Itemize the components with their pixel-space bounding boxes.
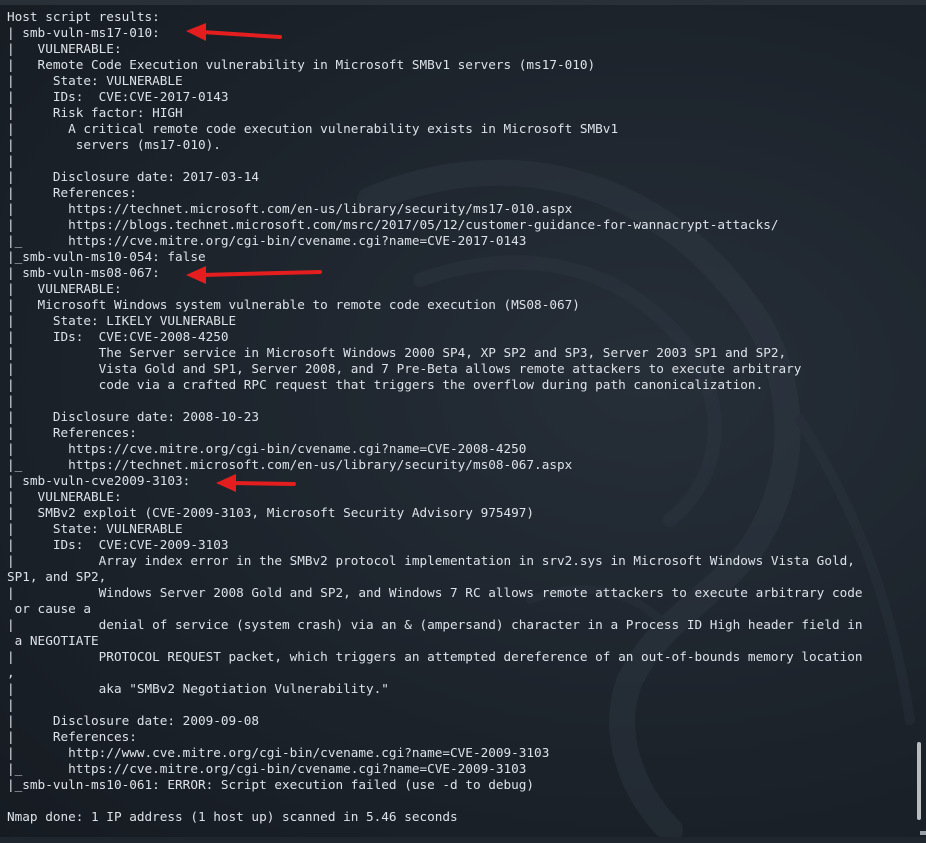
terminal-line: Nmap done: 1 IP address (1 host up) scan…	[7, 809, 458, 824]
terminal-line: | https://blogs.technet.microsoft.com/ms…	[7, 217, 779, 232]
terminal-line: | smb-vuln-ms17-010:	[7, 25, 160, 40]
terminal-line: |_ https://cve.mitre.org/cgi-bin/cvename…	[7, 233, 527, 248]
terminal-line: | servers (ms17-010).	[7, 137, 221, 152]
red-arrow-ms08-067	[186, 266, 322, 284]
terminal-line: |	[7, 393, 15, 408]
scrollbar-thumb[interactable]	[917, 742, 921, 820]
terminal-output: Host script results: | smb-vuln-ms17-010:…	[7, 9, 912, 825]
terminal-line: | smb-vuln-ms08-067:	[7, 265, 160, 280]
terminal-line: | aka "SMBv2 Negotiation Vulnerability."	[7, 681, 389, 696]
terminal-line: |	[7, 153, 15, 168]
terminal-line: | Disclosure date: 2009-09-08	[7, 713, 260, 728]
terminal-line: |_ https://technet.microsoft.com/en-us/l…	[7, 457, 573, 472]
terminal-line: | A critical remote code execution vulne…	[7, 121, 619, 136]
window-top-edge	[0, 0, 926, 5]
terminal-line: | Remote Code Execution vulnerability in…	[7, 57, 596, 72]
terminal-line: | State: VULNERABLE	[7, 521, 183, 536]
terminal-line: | VULNERABLE:	[7, 41, 122, 56]
vertical-scrollbar[interactable]	[916, 6, 922, 832]
terminal-line: |_smb-vuln-ms10-054: false	[7, 249, 206, 264]
red-arrow-cve2009-3103	[216, 474, 296, 492]
terminal-line: | smb-vuln-cve2009-3103:	[7, 473, 191, 488]
terminal-line: | IDs: CVE:CVE-2017-0143	[7, 89, 229, 104]
terminal-line: | References:	[7, 729, 137, 744]
terminal-line: | VULNERABLE:	[7, 281, 122, 296]
terminal-line: | code via a crafted RPC request that tr…	[7, 377, 764, 392]
terminal-window[interactable]: Host script results: | smb-vuln-ms17-010:…	[0, 0, 926, 843]
terminal-line: | denial of service (system crash) via a…	[7, 617, 863, 632]
red-arrow-ms17-010	[186, 23, 282, 41]
terminal-line: | https://technet.microsoft.com/en-us/li…	[7, 201, 573, 216]
terminal-line: | IDs: CVE:CVE-2008-4250	[7, 329, 229, 344]
terminal-line: | Microsoft Windows system vulnerable to…	[7, 297, 580, 312]
terminal-line: | State: VULNERABLE	[7, 73, 183, 88]
terminal-line: |_smb-vuln-ms10-061: ERROR: Script execu…	[7, 777, 535, 792]
terminal-line: | State: LIKELY VULNERABLE	[7, 313, 237, 328]
terminal-line: a NEGOTIATE	[7, 633, 99, 648]
terminal-line: | References:	[7, 185, 137, 200]
terminal-line: SP1, and SP2,	[7, 569, 107, 584]
terminal-line: | Disclosure date: 2008-10-23	[7, 409, 260, 424]
window-bottom-edge	[0, 837, 926, 843]
terminal-line: or cause a	[7, 601, 92, 616]
terminal-line: Host script results:	[7, 9, 160, 24]
terminal-line: | The Server service in Microsoft Window…	[7, 345, 787, 360]
terminal-line: | VULNERABLE:	[7, 489, 122, 504]
terminal-line: | http://www.cve.mitre.org/cgi-bin/cvena…	[7, 745, 550, 760]
terminal-line: | Disclosure date: 2017-03-14	[7, 169, 260, 184]
terminal-line: | Array index error in the SMBv2 protoco…	[7, 553, 855, 568]
terminal-line: | SMBv2 exploit (CVE-2009-3103, Microsof…	[7, 505, 535, 520]
terminal-line: | IDs: CVE:CVE-2009-3103	[7, 537, 229, 552]
terminal-line: | Vista Gold and SP1, Server 2008, and 7…	[7, 361, 802, 376]
terminal-line: | References:	[7, 425, 137, 440]
terminal-line: |_ https://cve.mitre.org/cgi-bin/cvename…	[7, 761, 527, 776]
terminal-line: | Risk factor: HIGH	[7, 105, 183, 120]
terminal-line: | PROTOCOL REQUEST packet, which trigger…	[7, 649, 863, 664]
terminal-line: | Windows Server 2008 Gold and SP2, and …	[7, 585, 863, 600]
resize-grip-icon[interactable]	[920, 831, 926, 835]
terminal-line: |	[7, 697, 15, 712]
terminal-line: ,	[7, 665, 15, 680]
terminal-line: | https://cve.mitre.org/cgi-bin/cvename.…	[7, 441, 527, 456]
